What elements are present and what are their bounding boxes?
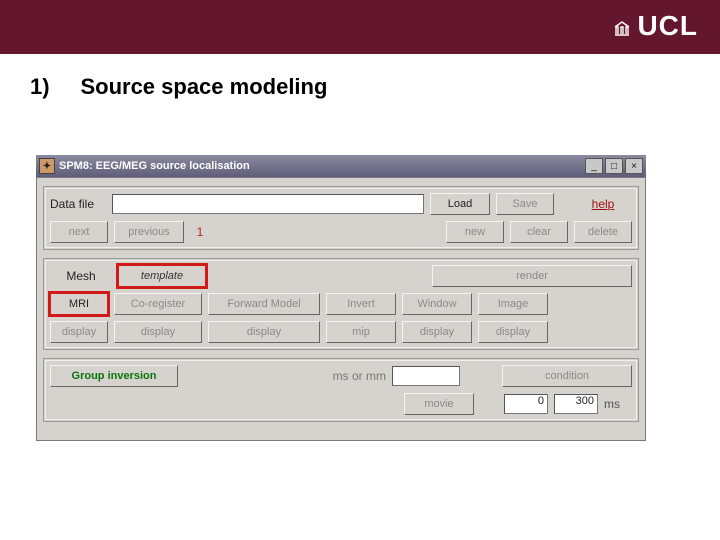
window-title: SPM8: EEG/MEG source localisation xyxy=(59,160,585,172)
coregister-button[interactable]: Co-register xyxy=(114,293,202,315)
condition-button[interactable]: condition xyxy=(502,365,632,387)
movie-button[interactable]: movie xyxy=(404,393,474,415)
close-button[interactable]: × xyxy=(625,158,643,174)
help-link[interactable]: help xyxy=(574,197,632,211)
time-to-input[interactable]: 300 xyxy=(554,394,598,414)
heading-number: 1) xyxy=(30,74,76,100)
image-button[interactable]: Image xyxy=(478,293,548,315)
app-window: ✦ SPM8: EEG/MEG source localisation _ □ … xyxy=(36,155,646,441)
slide-heading: 1) Source space modeling xyxy=(0,54,720,100)
previous-button[interactable]: previous xyxy=(114,221,184,243)
display2-button[interactable]: display xyxy=(114,321,202,343)
datafile-input[interactable] xyxy=(112,194,424,214)
window-button[interactable]: Window xyxy=(402,293,472,315)
minimize-button[interactable]: _ xyxy=(585,158,603,174)
forward-model-button[interactable]: Forward Model xyxy=(208,293,320,315)
heading-title: Source space modeling xyxy=(80,74,327,99)
next-button[interactable]: next xyxy=(50,221,108,243)
ms-or-mm-input[interactable] xyxy=(392,366,460,386)
render-button[interactable]: render xyxy=(432,265,632,287)
new-button[interactable]: new xyxy=(446,221,504,243)
display1-button[interactable]: display xyxy=(50,321,108,343)
mri-button[interactable]: MRI xyxy=(50,293,108,315)
display4-button[interactable]: display xyxy=(402,321,472,343)
time-unit-label: ms xyxy=(604,397,632,411)
panel-datafile: Data file Load Save help next previous 1… xyxy=(43,186,639,250)
template-button[interactable]: template xyxy=(118,265,206,287)
panel-footer: Group inversion ms or mm condition movie… xyxy=(43,358,639,422)
display5-button[interactable]: display xyxy=(478,321,548,343)
maximize-button[interactable]: □ xyxy=(605,158,623,174)
panel-pipeline: Mesh template render MRI Co-register For… xyxy=(43,258,639,350)
mesh-label: Mesh xyxy=(50,269,112,283)
app-icon: ✦ xyxy=(39,158,55,174)
delete-button[interactable]: delete xyxy=(574,221,632,243)
time-from-input[interactable]: 0 xyxy=(504,394,548,414)
load-button[interactable]: Load xyxy=(430,193,490,215)
window-body: Data file Load Save help next previous 1… xyxy=(36,177,646,441)
index-value: 1 xyxy=(190,225,210,239)
invert-button[interactable]: Invert xyxy=(326,293,396,315)
portico-icon xyxy=(613,19,631,42)
group-inversion-button[interactable]: Group inversion xyxy=(50,365,178,387)
display3-button[interactable]: display xyxy=(208,321,320,343)
clear-button[interactable]: clear xyxy=(510,221,568,243)
datafile-label: Data file xyxy=(50,197,106,211)
save-button[interactable]: Save xyxy=(496,193,554,215)
ms-or-mm-label: ms or mm xyxy=(333,369,386,383)
titlebar: ✦ SPM8: EEG/MEG source localisation _ □ … xyxy=(36,155,646,177)
ucl-logo: UCL xyxy=(613,10,698,42)
ucl-text: UCL xyxy=(637,10,698,41)
slide-topbar: UCL xyxy=(0,0,720,54)
mip-button[interactable]: mip xyxy=(326,321,396,343)
window-controls: _ □ × xyxy=(585,158,643,174)
